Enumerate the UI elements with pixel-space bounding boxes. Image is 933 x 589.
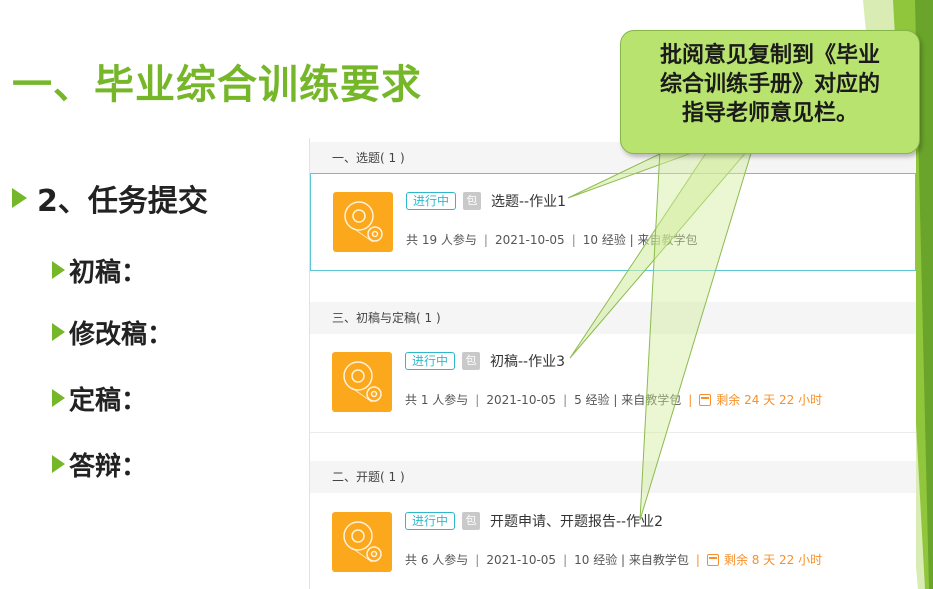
triangle-bullet-icon [12,188,27,208]
experience: 10 经验 [582,233,626,247]
section-header: 二、开题( 1 ) [310,461,916,493]
assignment-card[interactable]: 进行中 包 开题申请、开题报告--作业2 共 6 人参与 | 2021-10-05 |… [310,494,916,589]
source: 来自教学包 [628,553,689,567]
triangle-bullet-icon [52,389,65,407]
assignment-thumbnail-icon [333,192,393,252]
time-remaining: 剩余 24 天 22 小时 [699,393,822,407]
callout-line: 综合训练手册》对应的 [659,72,880,97]
sub-bullet-label: 初稿： [69,257,148,288]
bullet-list: 2、任务提交 初稿： 修改稿： 定稿： 答辩： [12,178,208,482]
callout-line: 批阅意见复制到《毕业 [659,43,880,68]
calendar-icon [699,394,712,406]
assignment-meta: 共 1 人参与 | 2021-10-05 | 5 经验 | 来自教学包 | 剩余 24 天 … [405,393,823,407]
assignment-meta: 共 6 人参与 | 2021-10-05 | 10 经验 | 来自教学包 | 剩余 8 天 … [405,553,823,567]
assignment-card[interactable]: 进行中 包 初稿--作业3 共 1 人参与 | 2021-10-05 | 5 经验 | … [310,334,916,432]
sub-bullet-defense: 答辩： [52,444,147,484]
date: 2021-10-05 [486,393,557,407]
sub-bullet-label: 定稿： [69,385,148,416]
page-title: 一、毕业综合训练要求 [12,62,422,108]
triangle-bullet-icon [52,455,65,473]
sub-bullet-revision: 修改稿： [52,312,173,352]
participants: 共 6 人参与 [405,553,469,567]
status-badge: 进行中 [405,352,456,370]
sub-bullet-label: 答辩： [69,451,148,482]
experience: 10 经验 [574,553,618,567]
calendar-icon [706,554,719,566]
assignment-title-link[interactable]: 选题--作业1 [491,191,566,211]
participants: 共 1 人参与 [405,393,469,407]
bullet-main-label: 2、任务提交 [37,184,208,219]
sub-bullet-draft: 初稿： [52,250,147,290]
bullet-main: 2、任务提交 [12,178,208,219]
package-icon: 包 [462,352,480,370]
sub-bullet-label: 修改稿： [69,319,174,350]
assignment-thumbnail-icon [332,512,392,572]
package-icon: 包 [463,192,481,210]
triangle-bullet-icon [52,323,65,341]
date: 2021-10-05 [494,233,565,247]
time-remaining-label: 剩余 8 天 22 小时 [723,553,823,567]
assignment-meta: 共 19 人参与 | 2021-10-05 | 10 经验 | 来自教学包 [406,233,698,247]
triangle-bullet-icon [52,261,65,279]
assignment-list-panel: 一、选题( 1 ) 进行中 包 选题--作业1 共 19 人参与 | 2021-10… [309,138,916,589]
status-badge: 进行中 [406,192,457,210]
assignment-card[interactable]: 进行中 包 选题--作业1 共 19 人参与 | 2021-10-05 | 10 经验 … [310,173,916,271]
assignment-title-link[interactable]: 开题申请、开题报告--作业2 [490,511,663,531]
time-remaining: 剩余 8 天 22 小时 [706,553,823,567]
status-badge: 进行中 [405,512,456,530]
callout-line: 指导老师意见栏。 [681,101,858,126]
section-header: 三、初稿与定稿( 1 ) [310,302,916,334]
assignment-title-link[interactable]: 初稿--作业3 [490,351,565,371]
experience: 5 经验 [574,393,610,407]
participants: 共 19 人参与 [406,233,477,247]
date: 2021-10-05 [486,553,557,567]
sub-bullet-final: 定稿： [52,378,147,418]
time-remaining-label: 剩余 24 天 22 小时 [716,393,823,407]
source: 来自教学包 [637,233,698,247]
package-icon: 包 [462,512,480,530]
divider [310,432,916,433]
assignment-thumbnail-icon [332,352,392,412]
source: 来自教学包 [621,393,682,407]
callout-box: 批阅意见复制到《毕业 综合训练手册》对应的 指导老师意见栏。 [620,30,920,154]
